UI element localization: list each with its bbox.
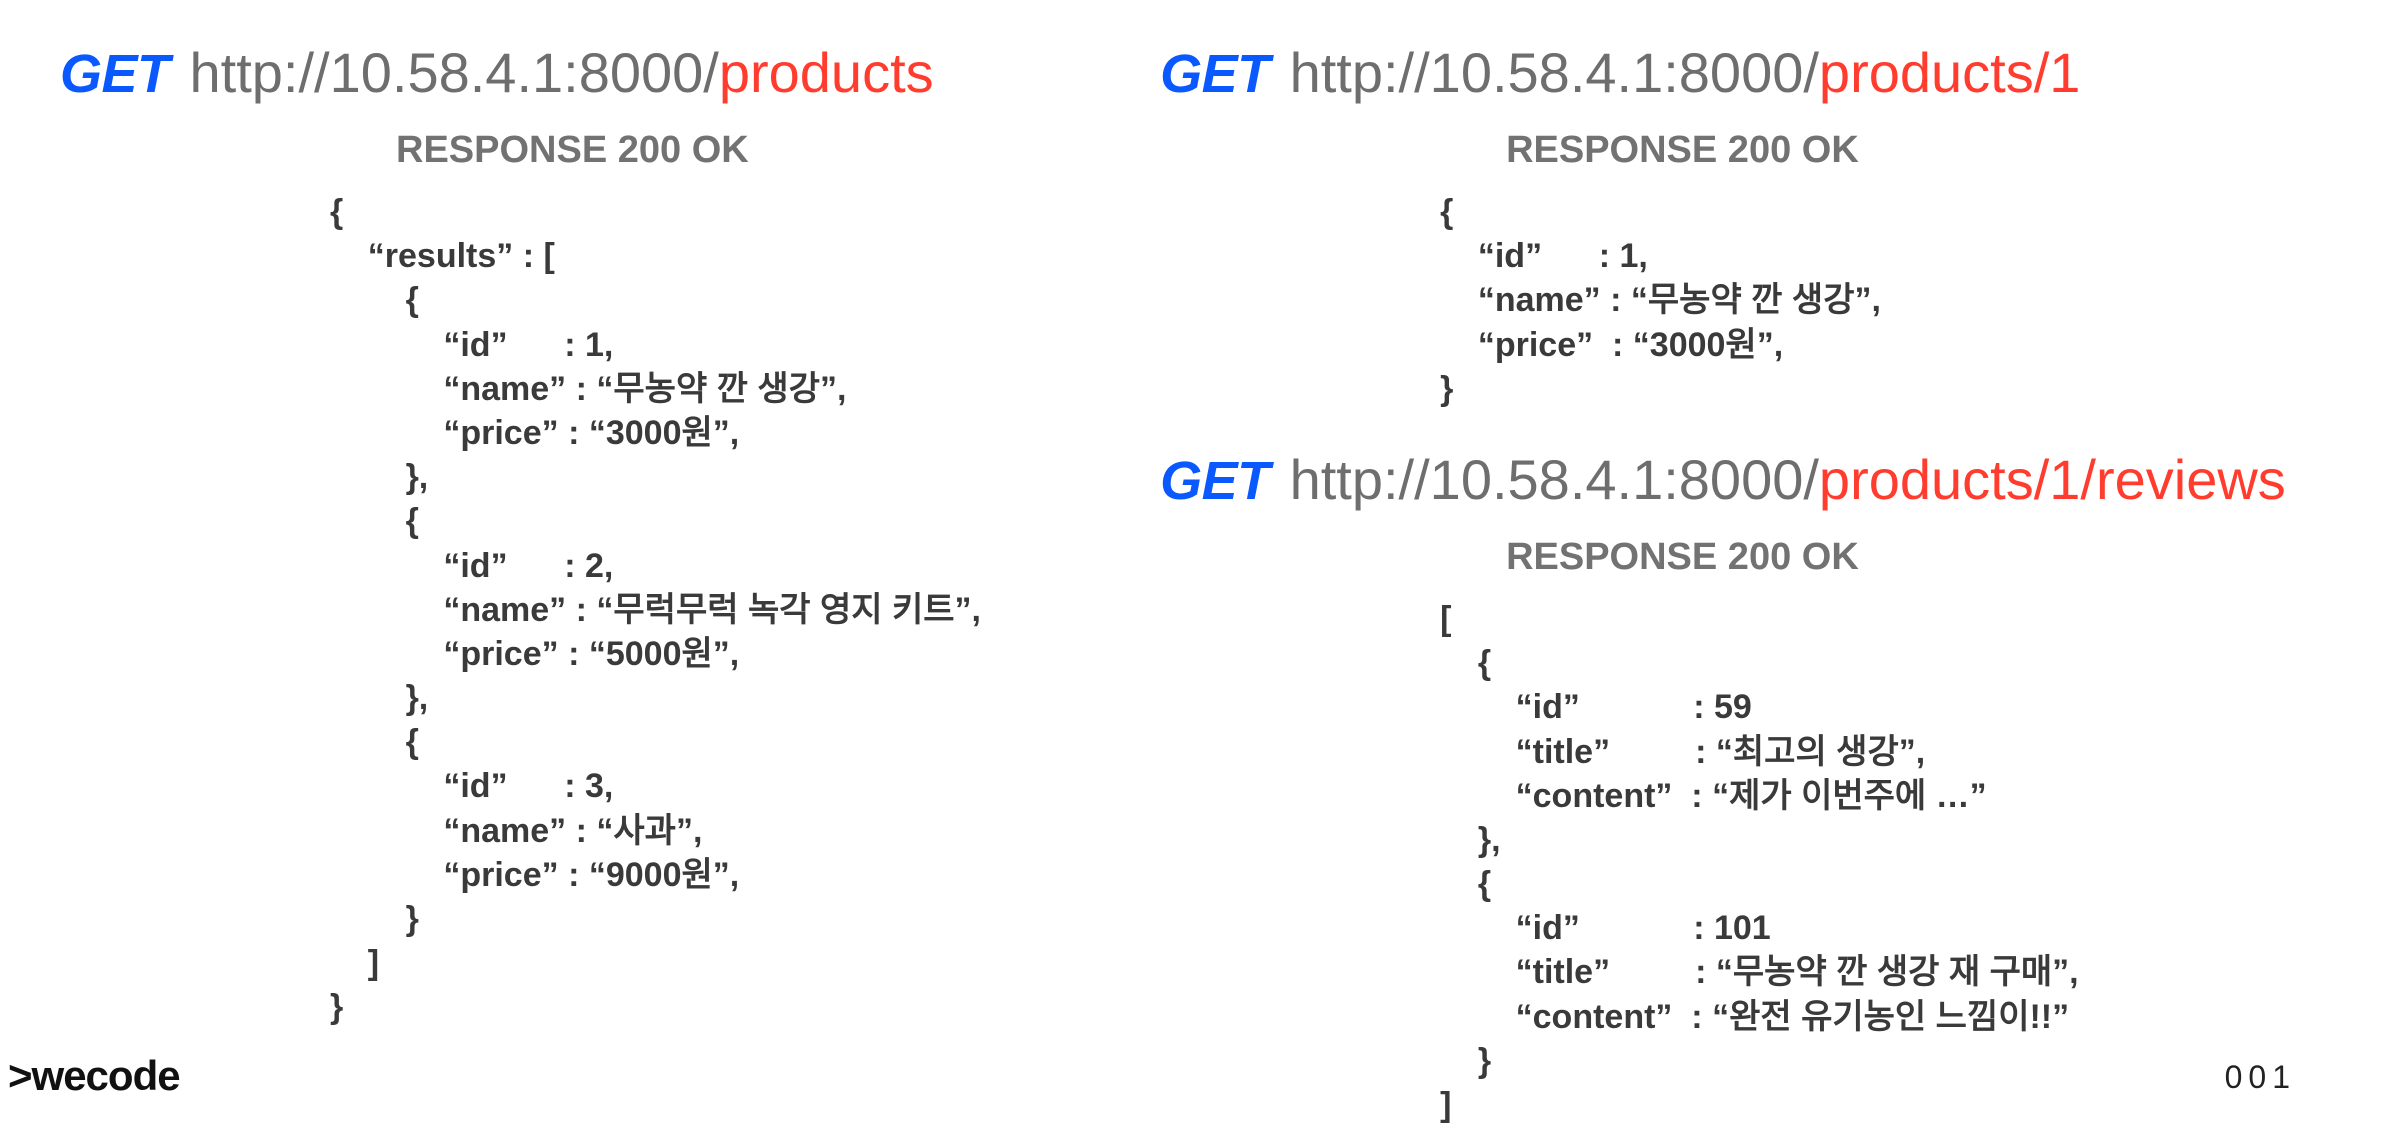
response-block-reviews: RESPONSE 200 OK [ { “id” : 59 “title” : … bbox=[1160, 536, 2396, 1127]
request-line-products: GET http://10.58.4.1:8000/products bbox=[60, 40, 1150, 105]
response-status: RESPONSE 200 OK bbox=[1440, 536, 2396, 579]
page-number: 001 bbox=[2225, 1059, 2296, 1096]
request-line-product-detail: GET http://10.58.4.1:8000/products/1 bbox=[1160, 40, 2396, 105]
response-body: [ { “id” : 59 “title” : “최고의 생강”, “conte… bbox=[1440, 597, 2396, 1127]
request-url: http://10.58.4.1:8000/products/1/reviews bbox=[1290, 447, 2286, 512]
request-url: http://10.58.4.1:8000/products bbox=[190, 40, 934, 105]
url-base: http://10.58.4.1:8000/ bbox=[1290, 448, 1819, 511]
http-method: GET bbox=[1160, 450, 1270, 512]
url-path: products bbox=[719, 41, 934, 104]
request-line-reviews: GET http://10.58.4.1:8000/products/1/rev… bbox=[1160, 447, 2396, 512]
url-base: http://10.58.4.1:8000/ bbox=[190, 41, 719, 104]
response-status: RESPONSE 200 OK bbox=[1440, 129, 2396, 172]
response-status: RESPONSE 200 OK bbox=[330, 129, 1150, 172]
response-body: { “id” : 1, “name” : “무농약 깐 생강”, “price”… bbox=[1440, 190, 2396, 411]
response-block-products: RESPONSE 200 OK { “results” : [ { “id” :… bbox=[60, 129, 1150, 1030]
url-path: products/1/reviews bbox=[1819, 448, 2286, 511]
http-method: GET bbox=[1160, 43, 1270, 105]
url-base: http://10.58.4.1:8000/ bbox=[1290, 41, 1819, 104]
http-method: GET bbox=[60, 43, 170, 105]
response-block-detail: RESPONSE 200 OK { “id” : 1, “name” : “무농… bbox=[1160, 129, 2396, 411]
request-url: http://10.58.4.1:8000/products/1 bbox=[1290, 40, 2081, 105]
logo-wecode: >wecode bbox=[8, 1052, 180, 1100]
url-path: products/1 bbox=[1819, 41, 2081, 104]
response-body: { “results” : [ { “id” : 1, “name” : “무농… bbox=[330, 190, 1150, 1030]
